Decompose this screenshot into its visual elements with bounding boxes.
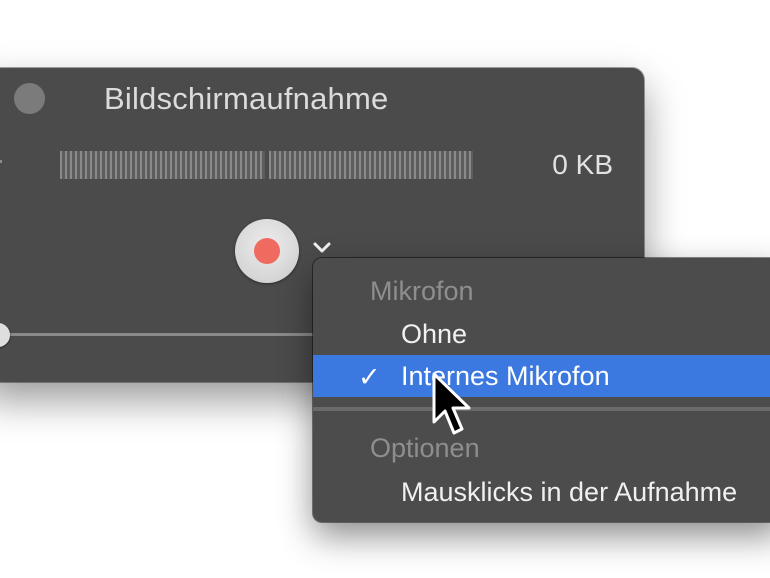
mouse-pointer-icon: [432, 372, 471, 435]
audio-level-meter: [60, 151, 473, 179]
checkmark-icon: ✓: [358, 362, 381, 392]
options-dropdown-menu: Mikrofon Ohne ✓ Internes Mikrofon Option…: [313, 258, 770, 522]
menu-section-microphone: Mikrofon: [370, 276, 474, 306]
chevron-down-icon[interactable]: [312, 240, 332, 256]
record-dot-icon: [254, 238, 280, 264]
menu-item-no-microphone[interactable]: Ohne: [313, 313, 770, 355]
audio-level-segment: [268, 151, 473, 179]
menu-separator: [313, 407, 770, 411]
volume-slider-knob[interactable]: [0, 323, 10, 347]
record-button[interactable]: [235, 219, 299, 283]
menu-item-show-mouse-clicks[interactable]: Mausklicks in der Aufnahme: [313, 471, 770, 513]
close-window-icon[interactable]: [14, 83, 45, 114]
file-size-label: 0 KB: [552, 149, 613, 180]
window-edge-marker: [0, 160, 2, 163]
menu-item-label: Mausklicks in der Aufnahme: [401, 477, 738, 507]
menu-item-internal-microphone[interactable]: ✓ Internes Mikrofon: [313, 355, 770, 397]
menu-item-label: Ohne: [401, 319, 468, 349]
audio-level-segment: [60, 151, 265, 179]
window-title: Bildschirmaufnahme: [104, 81, 389, 116]
